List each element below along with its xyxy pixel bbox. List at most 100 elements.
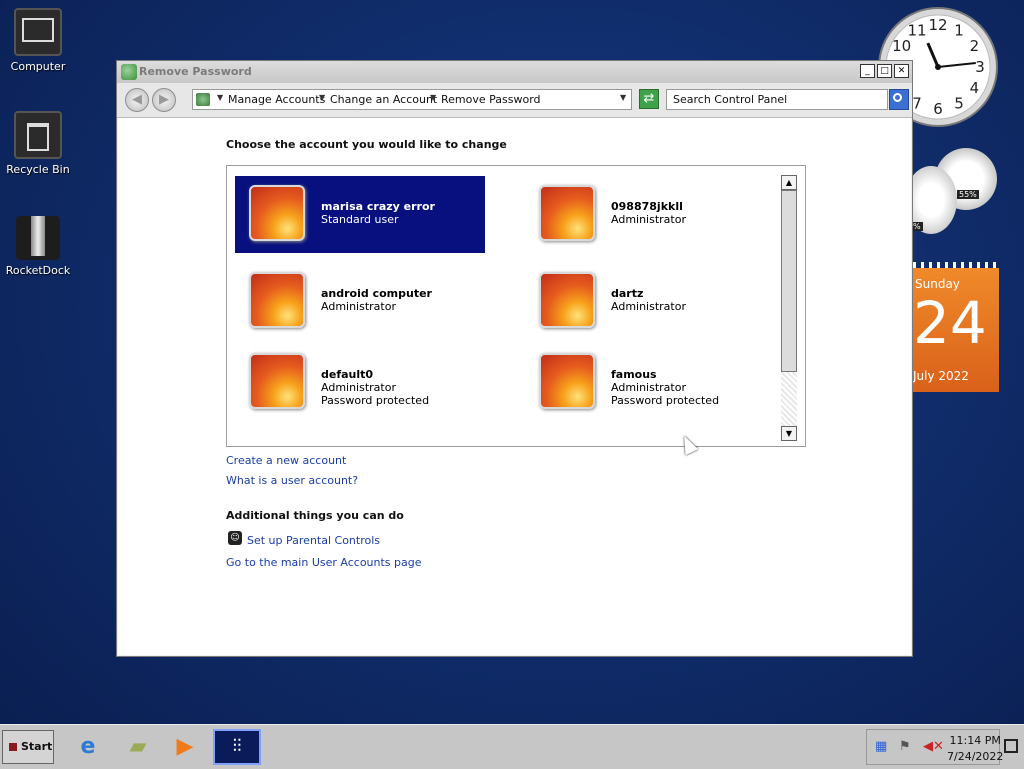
account-tile[interactable]: 098878jkkll Administrator — [525, 176, 775, 253]
address-toolbar: ◀ ▶ ▼ Manage Accounts ▼ Change an Accoun… — [117, 83, 912, 118]
account-name: default0 — [321, 368, 374, 381]
account-status: Password protected — [321, 394, 430, 407]
account-picture — [539, 185, 595, 241]
scroll-up-icon[interactable]: ▲ — [781, 175, 797, 190]
breadcrumb-arrow-icon[interactable]: ▼ — [319, 93, 325, 102]
cpu-meter-gadget[interactable]: % 55% — [905, 148, 1005, 238]
remove-password-window: Remove Password _ □ ✕ ◀ ▶ ▼ Manage Accou… — [116, 60, 913, 657]
scroll-thumb[interactable] — [781, 190, 797, 372]
window-titlebar[interactable]: Remove Password _ □ ✕ — [117, 61, 912, 83]
content-pane: Choose the account you would like to cha… — [118, 118, 911, 655]
breadcrumb-change-account[interactable]: Change an Account — [330, 93, 437, 106]
tray-date: 7/24/2022 — [947, 750, 1004, 763]
account-type: Administrator — [611, 213, 686, 226]
desktop-icon-recycle-bin[interactable]: Recycle Bin — [4, 111, 72, 176]
account-tile[interactable]: famous Administrator Password protected — [525, 344, 775, 421]
account-type: Administrator — [321, 381, 396, 394]
account-picture — [539, 353, 595, 409]
clock-numeral: 4 — [970, 79, 980, 97]
account-tile[interactable]: default0 Administrator Password protecte… — [235, 344, 485, 421]
account-tile[interactable]: android computer Administrator — [235, 263, 485, 340]
account-name: dartz — [611, 287, 644, 300]
close-button[interactable]: ✕ — [894, 64, 909, 78]
show-desktop-button[interactable] — [1004, 739, 1018, 753]
account-name: android computer — [321, 287, 432, 300]
cpu-percent: 55% — [957, 190, 979, 199]
action-center-icon[interactable]: ⚑ — [899, 739, 911, 754]
rocketdock-icon — [16, 216, 60, 260]
what-is-user-account-link[interactable]: What is a user account? — [226, 474, 358, 487]
search-icon — [893, 93, 902, 102]
clock-numeral: 3 — [975, 58, 985, 76]
account-picture — [539, 272, 595, 328]
clock-numeral: 11 — [907, 22, 926, 40]
calendar-day: 24 — [913, 289, 987, 357]
account-tile[interactable]: dartz Administrator — [525, 263, 775, 340]
taskbar: Start e ▰ ▶ ⫶⫶ ▦ ⚑ ◀✕ 11:14 PM 7/24/2022 — [0, 724, 1024, 769]
desktop-icon-label: RocketDock — [5, 264, 71, 277]
clock-numeral: 12 — [928, 16, 947, 34]
clock-numeral: 10 — [892, 37, 911, 55]
control-panel-taskbar-button[interactable]: ⫶⫶ — [213, 729, 261, 765]
scroll-down-icon[interactable]: ▼ — [781, 426, 797, 441]
account-picture — [249, 353, 305, 409]
account-name: marisa crazy error — [321, 200, 435, 213]
breadcrumb-arrow-icon[interactable]: ▼ — [217, 93, 223, 102]
system-tray: ▦ ⚑ ◀✕ 11:14 PM 7/24/2022 — [866, 729, 1003, 765]
page-heading: Choose the account you would like to cha… — [226, 138, 507, 151]
account-picture — [249, 272, 305, 328]
account-status: Password protected — [611, 394, 720, 407]
network-icon[interactable]: ▦ — [875, 739, 887, 754]
start-flag-icon — [9, 743, 17, 751]
account-name: famous — [611, 368, 657, 381]
main-user-accounts-link[interactable]: Go to the main User Accounts page — [226, 556, 422, 569]
create-account-link[interactable]: Create a new account — [226, 454, 346, 467]
account-tile[interactable]: marisa crazy error Standard user — [235, 176, 485, 253]
start-label: Start — [21, 740, 53, 753]
back-button[interactable]: ◀ — [125, 88, 149, 112]
computer-icon — [14, 8, 62, 56]
internet-explorer-icon[interactable]: e — [70, 729, 106, 765]
tray-clock[interactable]: 11:14 PM 7/24/2022 — [947, 734, 1003, 763]
forward-button[interactable]: ▶ — [152, 88, 176, 112]
control-panel-icon — [196, 93, 210, 106]
refresh-button[interactable]: ⇄ — [639, 89, 659, 109]
breadcrumb-manage-accounts[interactable]: Manage Accounts — [228, 93, 325, 106]
desktop-icon-rocketdock[interactable]: RocketDock — [4, 214, 72, 277]
mixer-icon: ⫶⫶ — [232, 736, 242, 757]
search-button[interactable] — [889, 89, 909, 110]
parental-controls-icon: ☺ — [228, 531, 242, 545]
account-list: marisa crazy error Standard user 098878j… — [226, 165, 806, 447]
breadcrumb-remove-password[interactable]: Remove Password — [441, 93, 541, 106]
desktop-icon-label: Computer — [10, 60, 66, 73]
explorer-folder-icon[interactable]: ▰ — [120, 729, 156, 765]
account-type: Administrator — [611, 381, 686, 394]
media-player-icon[interactable]: ▶ — [167, 729, 203, 765]
account-picture — [249, 185, 305, 241]
calendar-gadget[interactable]: Sunday 24 July 2022 — [913, 262, 999, 392]
start-button[interactable]: Start — [2, 730, 54, 764]
account-list-scrollbar[interactable]: ▲ ▼ — [781, 175, 797, 441]
breadcrumb-arrow-icon[interactable]: ▼ — [430, 93, 436, 102]
clock-numeral: 7 — [912, 94, 922, 112]
calendar-month-year: July 2022 — [913, 369, 969, 383]
recycle-bin-icon — [14, 111, 62, 159]
window-title: Remove Password — [139, 65, 252, 78]
volume-muted-icon[interactable]: ◀✕ — [923, 739, 944, 754]
desktop-icon-label: Recycle Bin — [6, 163, 70, 176]
address-bar[interactable]: ▼ Manage Accounts ▼ Change an Account ▼ … — [192, 89, 632, 110]
tray-time: 11:14 PM — [949, 734, 1001, 747]
user-accounts-icon — [121, 64, 137, 80]
account-type: Administrator — [611, 300, 686, 313]
desktop-icon-computer[interactable]: Computer — [4, 8, 72, 73]
account-type: Standard user — [321, 213, 399, 226]
minimize-button[interactable]: _ — [860, 64, 875, 78]
clock-numeral: 1 — [954, 22, 964, 40]
clock-numeral: 6 — [933, 100, 943, 118]
address-dropdown-icon[interactable]: ▼ — [620, 93, 626, 102]
search-input[interactable]: Search Control Panel — [666, 89, 888, 110]
parental-controls-link[interactable]: Set up Parental Controls — [247, 534, 380, 547]
clock-numeral: 2 — [970, 37, 980, 55]
additional-things-heading: Additional things you can do — [226, 509, 404, 522]
maximize-button[interactable]: □ — [877, 64, 892, 78]
